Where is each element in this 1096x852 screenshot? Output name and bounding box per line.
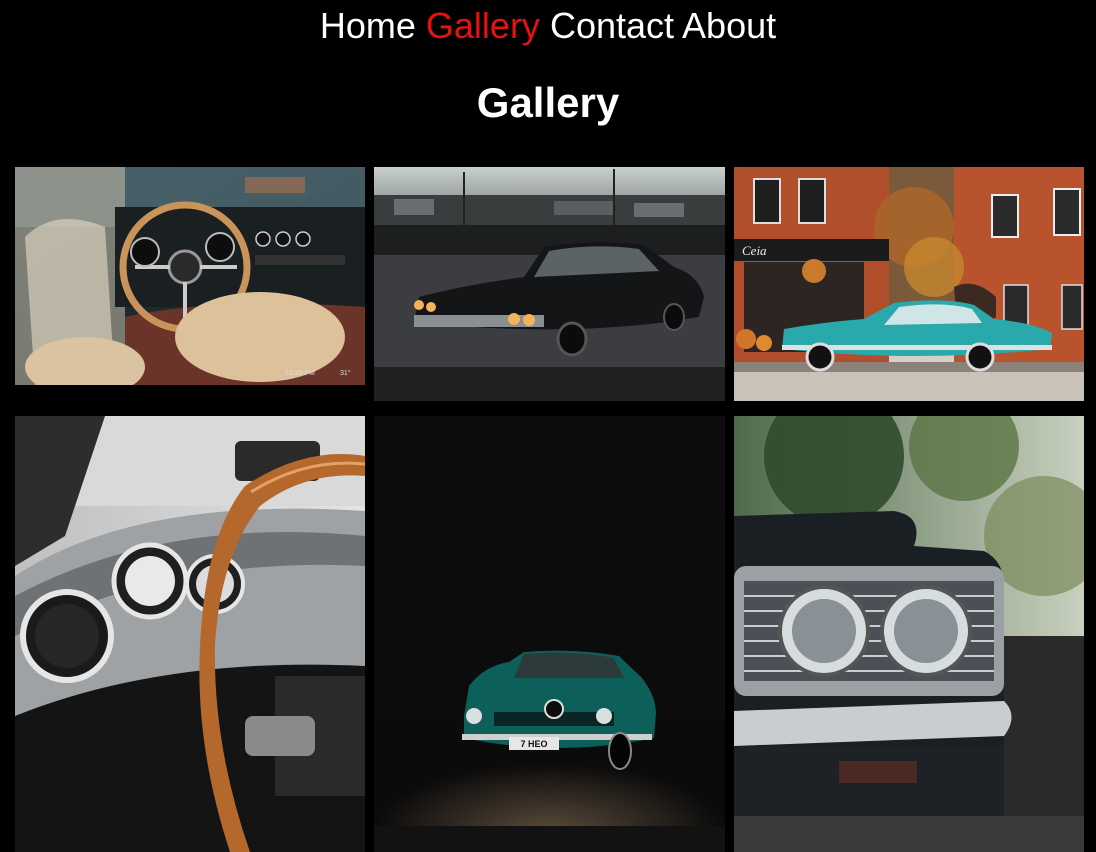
gallery-photo-green-roadster[interactable]: 7 HEO	[374, 416, 725, 852]
nav-home-link[interactable]: Home	[320, 5, 416, 46]
overlay-temp-text: 31°	[340, 369, 351, 377]
nav-contact-link[interactable]: Contact	[550, 5, 674, 46]
shop-sign-text: Ceia	[742, 243, 767, 258]
gallery-photo-convertible-interior[interactable]: 12:48 PM 31°	[15, 167, 365, 385]
nav-gallery-link[interactable]: Gallery	[426, 5, 540, 46]
license-plate-text: 7 HEO	[520, 739, 547, 749]
gallery-photo-dashboard-gauges[interactable]	[15, 416, 365, 852]
page: Home Gallery Contact About Gallery 12:48…	[0, 0, 1096, 852]
page-title: Gallery	[476, 79, 620, 126]
top-nav: Home Gallery Contact About	[0, 6, 1096, 46]
nav-about-link[interactable]: About	[682, 5, 776, 46]
gallery-photo-teal-car-street[interactable]: Ceia	[734, 167, 1084, 401]
gallery-photo-black-sedan[interactable]	[374, 167, 725, 401]
gallery-photo-chrome-headlights[interactable]	[734, 416, 1084, 852]
overlay-time-text: 12:48 PM	[285, 370, 315, 377]
